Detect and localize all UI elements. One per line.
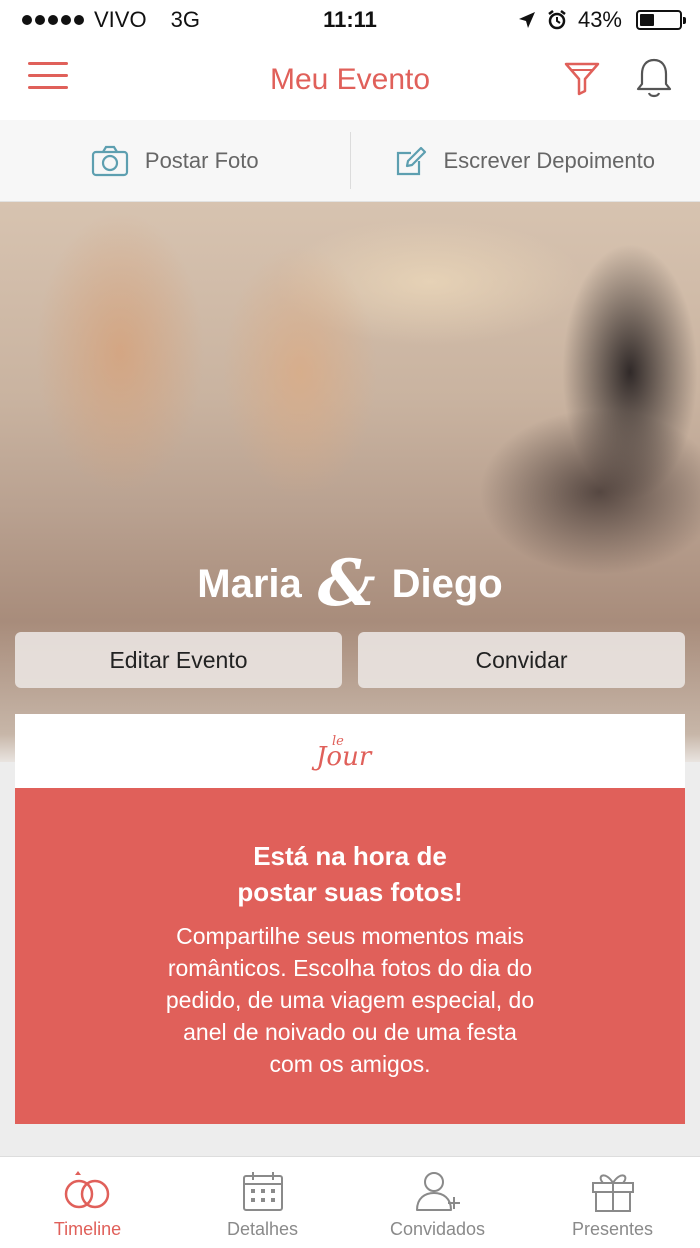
status-bar: VIVO 3G 11:11 43% bbox=[0, 0, 700, 40]
battery-percent: 43% bbox=[577, 7, 622, 32]
battery-icon bbox=[636, 10, 686, 30]
calendar-icon bbox=[242, 1172, 283, 1211]
edit-event-button[interactable]: Editar Evento bbox=[15, 632, 342, 688]
invite-button[interactable]: Convidar bbox=[358, 632, 685, 688]
tab-convidados[interactable]: Convidados bbox=[350, 1157, 525, 1248]
partner-name-2: Diego bbox=[391, 561, 503, 606]
ampersand: & bbox=[317, 546, 376, 621]
card-heading: Está na hora de postar suas fotos! bbox=[55, 838, 645, 910]
post-photos-card: le Jour Está na hora de postar suas foto… bbox=[15, 714, 685, 1124]
bell-icon[interactable] bbox=[634, 56, 674, 100]
tab-label: Convidados bbox=[389, 1219, 486, 1239]
card-text-line: anel de noivado ou de uma festa bbox=[183, 1019, 517, 1045]
page-title: Meu Evento bbox=[269, 63, 431, 96]
alarm-clock-icon bbox=[548, 10, 566, 30]
post-photo-label: Postar Foto bbox=[144, 147, 259, 173]
card-text-line: pedido, de uma viagem especial, do bbox=[165, 987, 535, 1013]
post-photo-button[interactable]: Postar Foto bbox=[0, 120, 350, 201]
tab-label: Presentes bbox=[571, 1219, 654, 1239]
network-label: 3G bbox=[170, 7, 200, 32]
gift-icon bbox=[591, 1174, 634, 1212]
couple-names: Maria & Diego bbox=[0, 552, 700, 616]
card-heading-line: postar suas fotos! bbox=[237, 877, 463, 907]
location-arrow-icon bbox=[518, 12, 535, 28]
card-header: le Jour bbox=[15, 714, 685, 788]
card-text-line: com os amigos. bbox=[269, 1051, 431, 1077]
carrier-label: VIVO bbox=[94, 7, 147, 32]
card-description: Compartilhe seus momentos mais romântico… bbox=[55, 920, 645, 1080]
filter-icon[interactable] bbox=[562, 58, 602, 98]
edit-icon bbox=[397, 146, 427, 175]
tab-timeline[interactable]: Timeline bbox=[0, 1157, 175, 1248]
event-cover-photo: Maria & Diego Editar Evento Convidar bbox=[0, 202, 700, 762]
tab-presentes[interactable]: Presentes bbox=[525, 1157, 700, 1248]
write-testimonial-button[interactable]: Escrever Depoimento bbox=[351, 120, 700, 201]
add-user-icon bbox=[415, 1172, 460, 1211]
le-jour-logo: le Jour bbox=[311, 734, 373, 771]
card-heading-line: Está na hora de bbox=[253, 841, 447, 871]
rings-icon bbox=[64, 1171, 109, 1209]
hamburger-menu-icon[interactable] bbox=[28, 62, 68, 96]
partner-name-1: Maria bbox=[197, 561, 302, 606]
signal-strength-icon bbox=[22, 15, 84, 25]
tab-detalhes[interactable]: Detalhes bbox=[175, 1157, 350, 1248]
hero-buttons: Editar Evento Convidar bbox=[15, 632, 685, 688]
write-testimonial-label: Escrever Depoimento bbox=[443, 147, 656, 173]
card-body: Está na hora de postar suas fotos! Compa… bbox=[15, 788, 685, 1124]
card-text-line: românticos. Escolha fotos do dia do bbox=[167, 955, 533, 981]
tab-label: Timeline bbox=[53, 1219, 122, 1239]
svg-text:Jour: Jour bbox=[311, 742, 373, 771]
action-bar: Postar Foto Escrever Depoimento bbox=[0, 120, 700, 202]
card-text-line: Compartilhe seus momentos mais bbox=[176, 923, 524, 949]
status-left: VIVO 3G bbox=[22, 7, 200, 33]
nav-bar: Meu Evento bbox=[0, 40, 700, 120]
camera-icon bbox=[91, 145, 128, 176]
tab-bar: Timeline Detalhes Convidados Presentes bbox=[0, 1156, 700, 1248]
tab-label: Detalhes bbox=[226, 1219, 299, 1239]
status-right: 43% bbox=[518, 7, 686, 33]
